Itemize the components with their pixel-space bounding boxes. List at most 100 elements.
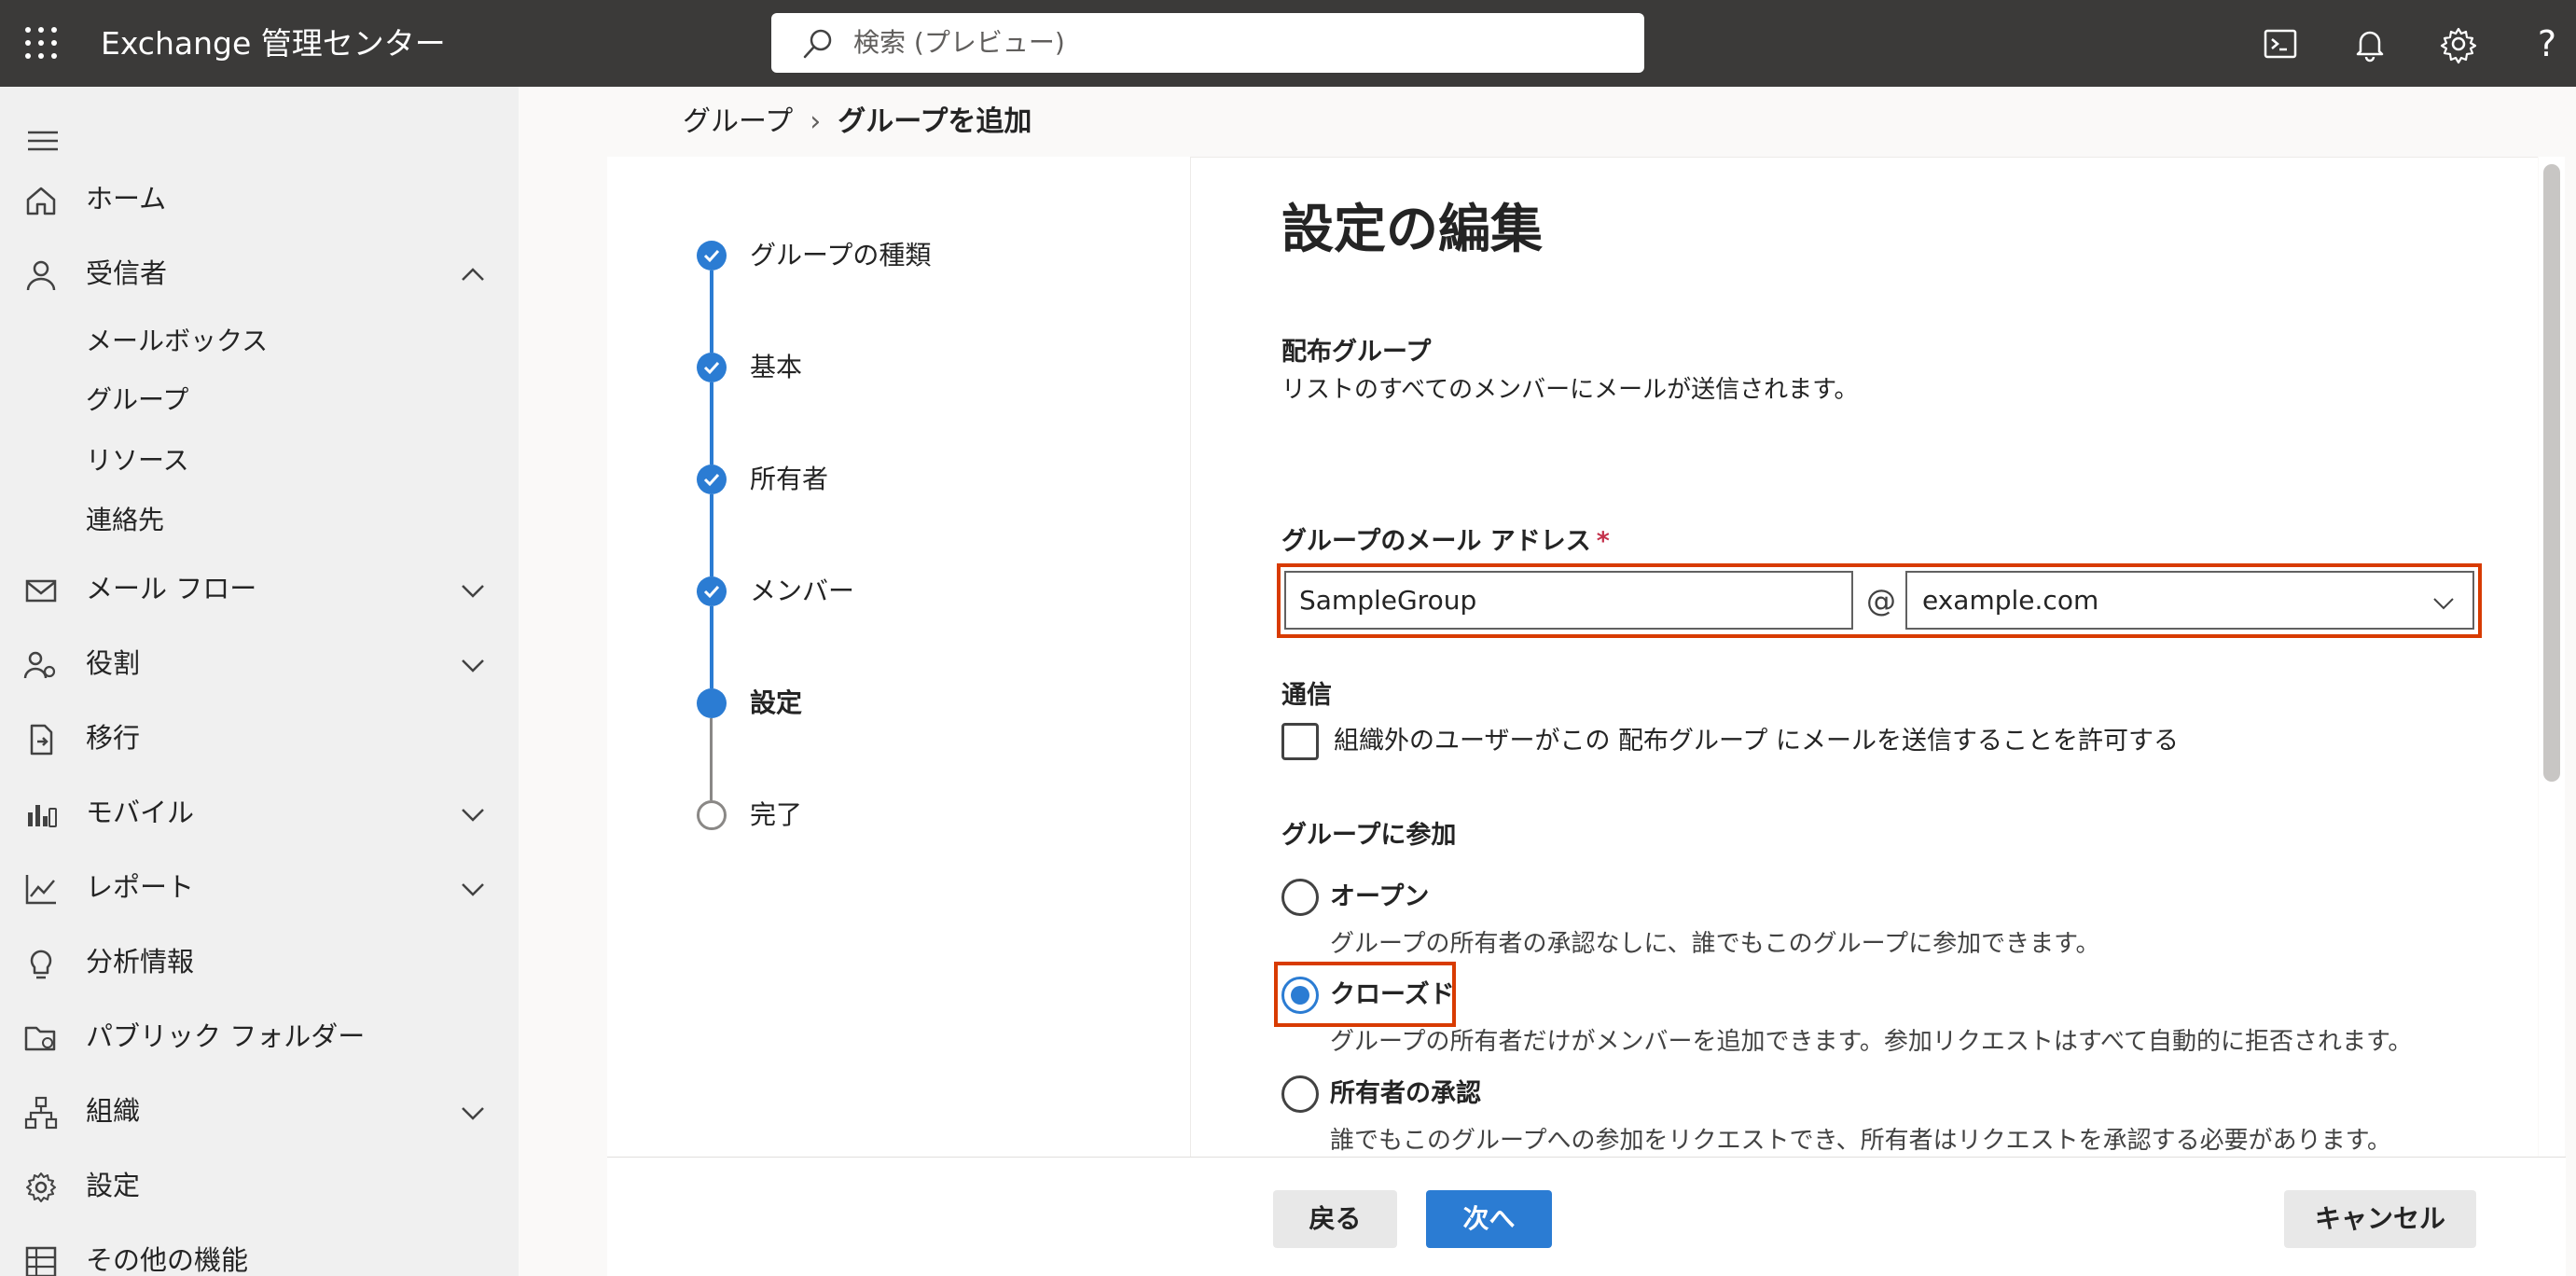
breadcrumb-groups-link[interactable]: グループ: [683, 105, 793, 138]
grid-icon: [25, 1246, 57, 1276]
join-open-label[interactable]: オープン: [1330, 880, 1429, 915]
join-owner-approval-label[interactable]: 所有者の承認: [1330, 1076, 1481, 1112]
join-closed-radio[interactable]: [1281, 977, 1319, 1014]
chevron-down-icon[interactable]: [457, 798, 489, 830]
step-label: グループの種類: [750, 240, 932, 270]
nav-item-home[interactable]: ホーム: [0, 166, 519, 231]
sidebar-item-mailboxes[interactable]: メールボックス: [86, 315, 268, 368]
chevron-down-icon[interactable]: [457, 649, 489, 681]
cloud-shell-icon[interactable]: [2259, 22, 2302, 65]
wizard-footer: [607, 1157, 2566, 1276]
wizard-steps: [607, 157, 1191, 1157]
nav-label-home: ホーム: [86, 183, 167, 215]
chevron-down-icon: [2433, 598, 2454, 610]
step-label: メンバー: [750, 576, 855, 606]
step-label-current: 設定: [750, 687, 803, 718]
nav-item-recipients[interactable]: 受信者: [0, 241, 519, 306]
back-button[interactable]: 戻る: [1273, 1190, 1397, 1248]
step-label: 完了: [750, 799, 803, 830]
lightbulb-icon: [30, 950, 52, 979]
next-button[interactable]: 次へ: [1426, 1190, 1552, 1248]
nav-item-reports[interactable]: レポート: [0, 854, 519, 920]
email-alias-input[interactable]: SampleGroup: [1284, 571, 1853, 630]
email-label: グループのメール アドレス *: [1281, 525, 1610, 559]
folder-icon: [24, 1026, 56, 1051]
scrollbar-thumb[interactable]: [2543, 164, 2560, 782]
nav-label-recipients: 受信者: [86, 257, 168, 289]
mobile-chart-icon: [28, 805, 57, 827]
domain-select-value: example.com: [1922, 585, 2099, 616]
nav-item-public-folders[interactable]: パブリック フォルダー: [0, 1004, 519, 1069]
search-input[interactable]: 検索 (プレビュー): [771, 13, 1644, 73]
breadcrumb: グループ › グループを追加: [683, 103, 1032, 142]
chevron-down-icon[interactable]: [457, 1097, 489, 1129]
join-closed-label[interactable]: クローズド: [1330, 978, 1455, 1013]
help-icon[interactable]: ?: [2526, 22, 2569, 65]
sidebar-item-contacts[interactable]: 連絡先: [86, 494, 164, 547]
nav-item-roles[interactable]: 役割: [0, 631, 519, 696]
gear-icon[interactable]: [2437, 22, 2480, 65]
nav-label-insights: 分析情報: [86, 946, 195, 978]
step-done-check-icon: [697, 465, 727, 494]
app-title[interactable]: Exchange 管理センター: [101, 22, 446, 65]
nav-label-mobile: モバイル: [86, 797, 195, 828]
top-bar: Exchange 管理センター 検索 (プレビュー) ?: [0, 0, 2576, 87]
allow-external-checkbox-label[interactable]: 組織外のユーザーがこの 配布グループ にメールを送信することを許可する: [1334, 724, 2179, 759]
nav-item-mail-flow[interactable]: メール フロー: [0, 556, 519, 621]
nav-label-migration: 移行: [86, 722, 141, 754]
step-connector: [710, 494, 713, 576]
nav-label-other-features: その他の機能: [86, 1244, 249, 1276]
nav-item-other-features[interactable]: その他の機能: [0, 1227, 519, 1276]
sidebar-item-resources[interactable]: リソース: [86, 435, 189, 487]
domain-select[interactable]: example.com: [1905, 571, 2474, 630]
nav-item-settings[interactable]: 設定: [0, 1153, 519, 1218]
join-owner-approval-radio[interactable]: [1281, 1075, 1319, 1113]
breadcrumb-current: グループを追加: [838, 105, 1032, 138]
nav-item-migration[interactable]: 移行: [0, 705, 519, 770]
group-type-description: リストのすべてのメンバーにメールが送信されます。: [1281, 376, 1859, 404]
mail-icon: [25, 579, 57, 603]
org-chart-icon: [24, 1096, 58, 1130]
join-open-radio[interactable]: [1281, 879, 1319, 916]
join-group-heading: グループに参加: [1281, 821, 1457, 850]
nav-label-roles: 役割: [86, 647, 141, 679]
step-label: 所有者: [750, 464, 829, 494]
nav-item-insights[interactable]: 分析情報: [0, 929, 519, 994]
step-future-dot: [697, 800, 727, 830]
sidebar-item-groups[interactable]: グループ: [86, 374, 188, 426]
communication-heading: 通信: [1281, 681, 1332, 710]
nav-item-mobile[interactable]: モバイル: [0, 780, 519, 845]
step-current-dot: [697, 688, 727, 718]
page-title: 設定の編集: [1281, 200, 1543, 260]
step-done-check-icon: [697, 241, 727, 270]
search-icon: [803, 29, 832, 59]
chevron-up-icon[interactable]: [457, 259, 489, 291]
cancel-button[interactable]: キャンセル: [2284, 1190, 2476, 1248]
app-launcher-icon[interactable]: [22, 24, 60, 62]
join-open-description: グループの所有者の承認なしに、誰でもこのグループに参加できます。: [1330, 930, 2100, 958]
person-icon: [26, 260, 56, 291]
chevron-down-icon[interactable]: [457, 575, 489, 606]
nav-label-mail-flow: メール フロー: [86, 573, 257, 604]
step-label: 基本: [750, 352, 803, 382]
nav-item-home[interactable]: [0, 87, 519, 152]
home-icon: [26, 187, 56, 215]
chevron-down-icon[interactable]: [457, 873, 489, 905]
step-connector: [710, 270, 713, 353]
nav-label-reports: レポート: [86, 871, 195, 903]
join-owner-approval-description: 誰でもこのグループへの参加をリクエストでき、所有者はリクエストを承認する必要があ…: [1330, 1127, 2392, 1155]
roles-icon: [23, 651, 56, 679]
nav-label-public-folders: パブリック フォルダー: [86, 1020, 366, 1052]
migration-icon: [30, 724, 53, 756]
step-connector: [710, 382, 713, 465]
nav-item-organization[interactable]: 組織: [0, 1078, 519, 1144]
nav-label-settings: 設定: [86, 1170, 141, 1201]
search-placeholder: 検索 (プレビュー): [853, 27, 1065, 58]
step-done-check-icon: [697, 576, 727, 606]
line-chart-icon: [25, 875, 56, 905]
step-connector: [710, 606, 713, 688]
allow-external-checkbox[interactable]: [1281, 723, 1319, 760]
join-closed-description: グループの所有者だけがメンバーを追加できます。参加リクエストはすべて自動的に拒否…: [1330, 1028, 2413, 1056]
group-type-heading: 配布グループ: [1281, 338, 1432, 367]
bell-icon[interactable]: [2348, 22, 2391, 65]
